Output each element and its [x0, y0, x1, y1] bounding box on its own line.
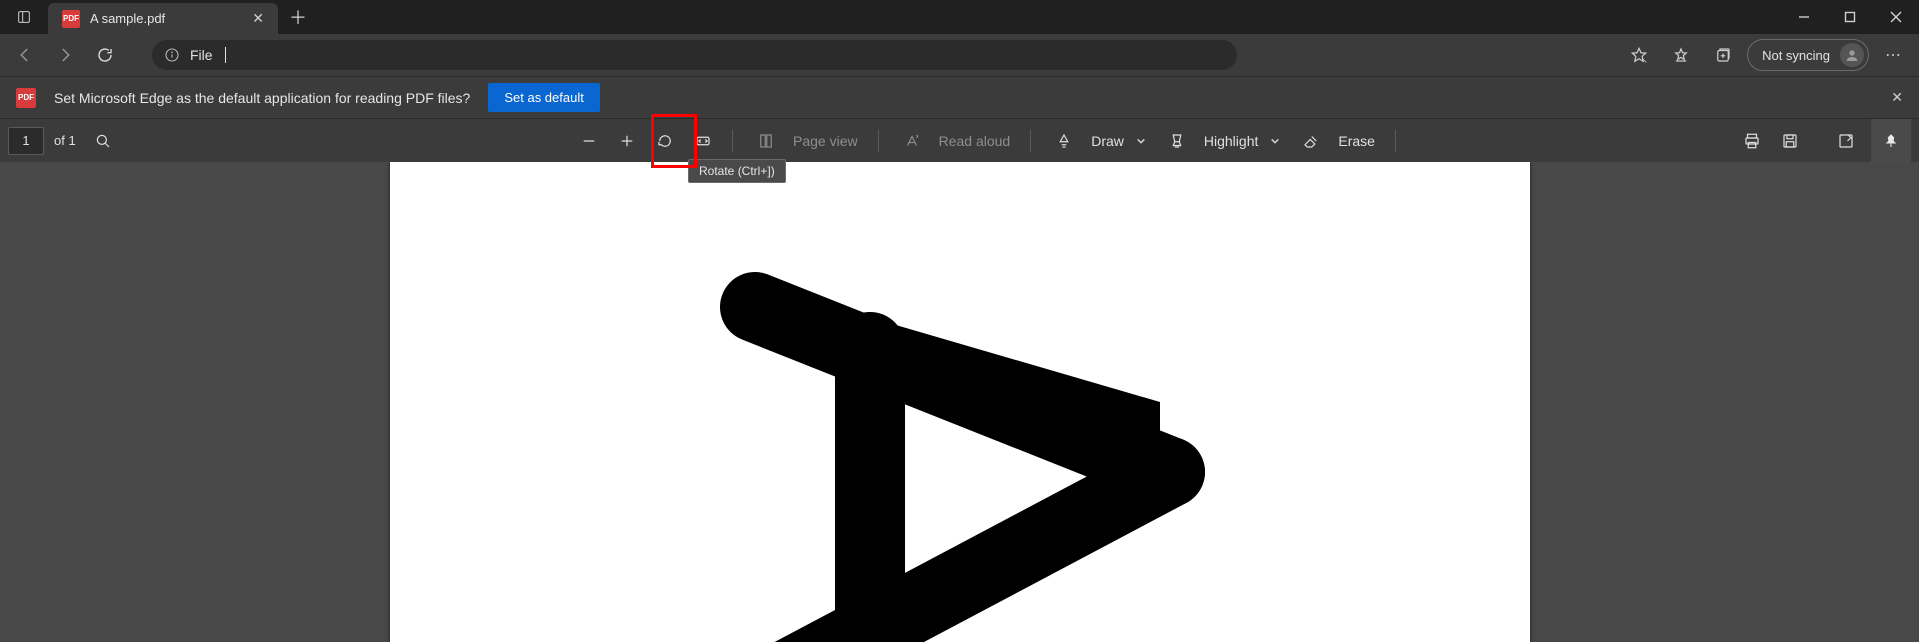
banner-text: Set Microsoft Edge as the default applic… — [54, 90, 470, 106]
text-cursor — [225, 47, 226, 63]
address-bar: File Not syncing — [0, 34, 1919, 76]
zoom-out-button[interactable] — [570, 124, 608, 158]
window-minimize-button[interactable] — [1781, 0, 1827, 34]
collections-icon[interactable] — [1705, 37, 1741, 73]
highlight-button[interactable]: Highlight — [1154, 124, 1288, 158]
browser-tab[interactable]: PDF A sample.pdf ✕ — [48, 3, 278, 34]
tab-actions-button[interactable] — [0, 0, 48, 34]
erase-button[interactable]: Erase — [1288, 124, 1385, 158]
default-app-banner: PDF Set Microsoft Edge as the default ap… — [0, 76, 1919, 118]
address-text: File — [190, 47, 213, 63]
erase-label: Erase — [1332, 133, 1381, 149]
page-view-label: Page view — [787, 133, 864, 149]
highlight-icon — [1158, 124, 1196, 158]
page-view-button[interactable]: Page view — [743, 124, 868, 158]
rotate-button[interactable] — [646, 124, 684, 158]
favorites-list-icon[interactable] — [1663, 37, 1699, 73]
profile-avatar-icon — [1840, 43, 1864, 67]
rotate-tooltip: Rotate (Ctrl+]) — [688, 159, 786, 183]
pin-toolbar-button[interactable] — [1871, 119, 1911, 163]
window-titlebar: PDF A sample.pdf ✕ ＋ — [0, 0, 1919, 34]
profile-sync-button[interactable]: Not syncing — [1747, 39, 1869, 71]
sync-label: Not syncing — [1762, 48, 1830, 63]
draw-button[interactable]: Draw — [1041, 124, 1154, 158]
highlight-label: Highlight — [1198, 133, 1264, 149]
tab-title: A sample.pdf — [90, 11, 242, 26]
erase-icon — [1292, 124, 1330, 158]
read-aloud-label: Read aloud — [933, 133, 1017, 149]
new-tab-button[interactable]: ＋ — [278, 0, 318, 34]
pdf-favicon: PDF — [62, 10, 80, 28]
save-as-button[interactable] — [1827, 124, 1865, 158]
address-field[interactable]: File — [152, 40, 1237, 70]
tab-close-button[interactable]: ✕ — [252, 10, 264, 27]
page-view-icon — [747, 124, 785, 158]
highlight-chevron-icon[interactable] — [1266, 136, 1284, 146]
zoom-in-button[interactable] — [608, 124, 646, 158]
draw-icon — [1045, 124, 1083, 158]
info-icon — [164, 47, 180, 63]
draw-chevron-icon[interactable] — [1132, 136, 1150, 146]
set-default-button[interactable]: Set as default — [488, 83, 600, 112]
read-aloud-icon — [893, 124, 931, 158]
find-icon[interactable] — [84, 124, 122, 158]
back-button[interactable] — [8, 38, 42, 72]
refresh-button[interactable] — [88, 38, 122, 72]
save-button[interactable] — [1771, 124, 1809, 158]
draw-label: Draw — [1085, 133, 1130, 149]
window-close-button[interactable] — [1873, 0, 1919, 34]
page-total-label: of 1 — [54, 133, 76, 148]
pdf-toolbar: of 1 Page view Read aloud Draw Highlight — [0, 118, 1919, 162]
fit-width-button[interactable] — [684, 124, 722, 158]
window-maximize-button[interactable] — [1827, 0, 1873, 34]
page-number-input[interactable] — [8, 127, 44, 155]
pdf-viewer[interactable] — [0, 162, 1919, 642]
favorite-star-icon[interactable] — [1621, 37, 1657, 73]
banner-close-button[interactable]: ✕ — [1891, 89, 1903, 106]
read-aloud-button[interactable]: Read aloud — [889, 124, 1021, 158]
page-content-glyph — [700, 272, 1220, 642]
pdf-badge-icon: PDF — [16, 88, 36, 108]
forward-button[interactable] — [48, 38, 82, 72]
pdf-page — [390, 162, 1530, 642]
print-button[interactable] — [1733, 124, 1771, 158]
more-menu-button[interactable] — [1875, 37, 1911, 73]
